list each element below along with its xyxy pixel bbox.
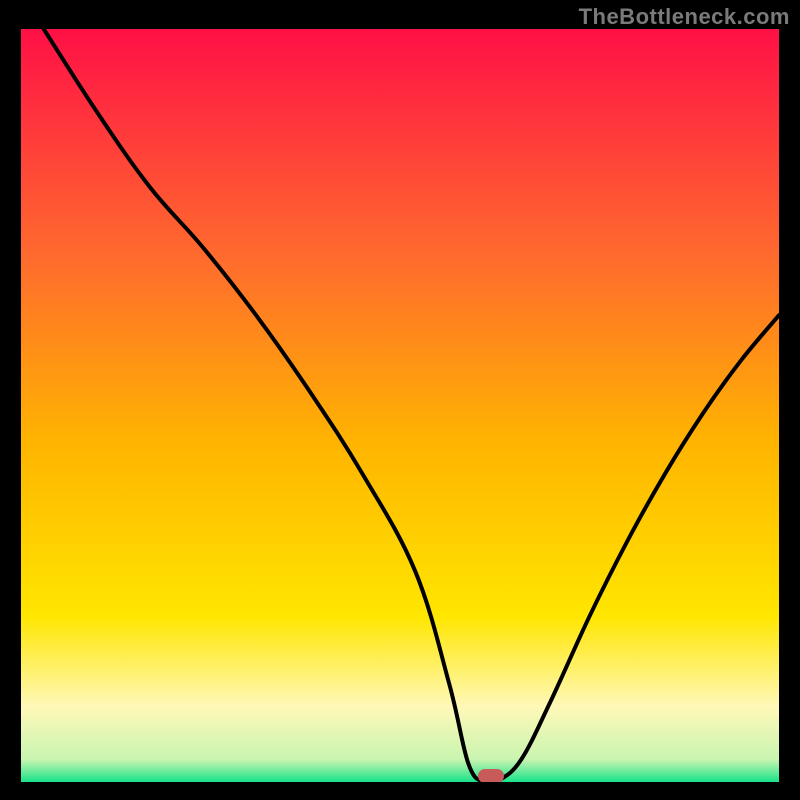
gradient-background xyxy=(21,29,779,782)
plot-svg xyxy=(21,29,779,782)
optimal-marker xyxy=(478,769,504,782)
watermark-text: TheBottleneck.com xyxy=(579,4,790,30)
chart-frame: TheBottleneck.com xyxy=(0,0,800,800)
plot-area xyxy=(21,29,779,782)
